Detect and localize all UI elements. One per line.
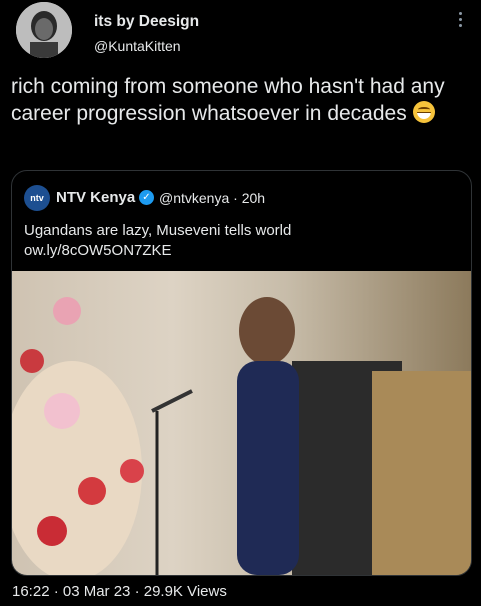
- author-avatar[interactable]: [16, 2, 72, 58]
- grinning-sweat-emoji-icon: [412, 101, 435, 123]
- quoted-photo[interactable]: [12, 271, 471, 575]
- verified-badge-icon: ✓: [139, 190, 154, 205]
- quoted-avatar[interactable]: ntv: [24, 185, 50, 211]
- more-icon[interactable]: [457, 12, 463, 32]
- quoted-author-name[interactable]: NTV Kenya: [56, 189, 135, 206]
- tweet-text: rich coming from someone who hasn't had …: [11, 73, 471, 127]
- tweet-meta: 16:22 · 03 Mar 23 · 29.9K Views: [12, 583, 227, 600]
- quoted-text-line: Ugandans are lazy, Museveni tells world: [24, 222, 292, 239]
- quoted-handle-time[interactable]: @ntvkenya · 20h: [159, 190, 265, 206]
- author-handle[interactable]: @KuntaKitten: [94, 38, 181, 54]
- tweet-text-body: rich coming from someone who hasn't had …: [11, 75, 445, 125]
- author-name[interactable]: its by Deesign: [94, 13, 199, 31]
- quoted-tweet-card[interactable]: ntv NTV Kenya ✓ @ntvkenya · 20h Ugandans…: [11, 170, 472, 576]
- quoted-link[interactable]: ow.ly/8cOW5ON7ZKE: [24, 241, 454, 261]
- quoted-text: Ugandans are lazy, Museveni tells world …: [24, 221, 454, 261]
